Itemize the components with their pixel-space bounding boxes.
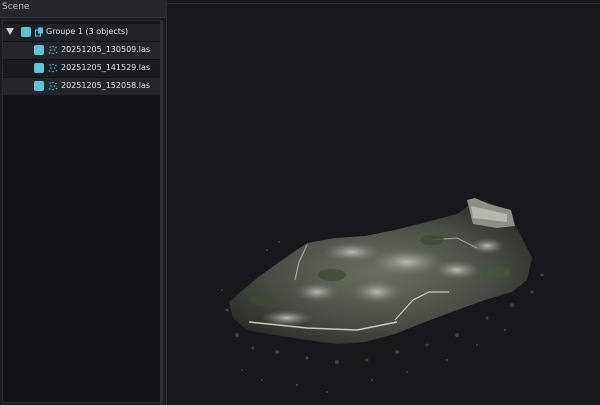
scene-panel-header: Scene [0, 0, 166, 18]
tree-item-row[interactable]: 20251205_141529.las [3, 60, 161, 77]
tree-item-row[interactable]: 20251205_152058.las [3, 78, 161, 95]
item-label: 20251205_130509.las [61, 45, 151, 54]
item-visibility-checkbox[interactable] [34, 81, 44, 91]
tree-group-row[interactable]: Groupe 1 (3 objects) [3, 24, 161, 41]
item-visibility-checkbox[interactable] [34, 63, 44, 73]
scene-tree[interactable]: Groupe 1 (3 objects) 20251205_130509.las… [2, 20, 163, 404]
point-cloud-icon [48, 81, 58, 91]
group-visibility-checkbox[interactable] [21, 27, 31, 37]
point-cloud-icon [48, 45, 58, 55]
expand-arrow-icon[interactable] [6, 28, 14, 35]
point-cloud-icon [48, 63, 58, 73]
group-label: Groupe 1 (3 objects) [46, 27, 129, 36]
tree-item-row[interactable]: 20251205_130509.las [3, 42, 161, 59]
item-label: 20251205_141529.las [61, 63, 151, 72]
tree-scrollbar[interactable] [160, 21, 163, 404]
point-cloud-render[interactable] [167, 0, 600, 405]
group-icon [35, 27, 43, 37]
item-visibility-checkbox[interactable] [34, 45, 44, 55]
item-label: 20251205_152058.las [61, 81, 151, 90]
scene-panel-title: Scene [2, 2, 30, 12]
3d-viewport[interactable] [167, 0, 600, 405]
scene-panel: Scene Groupe 1 (3 objects) 20251205_1305… [0, 0, 167, 405]
